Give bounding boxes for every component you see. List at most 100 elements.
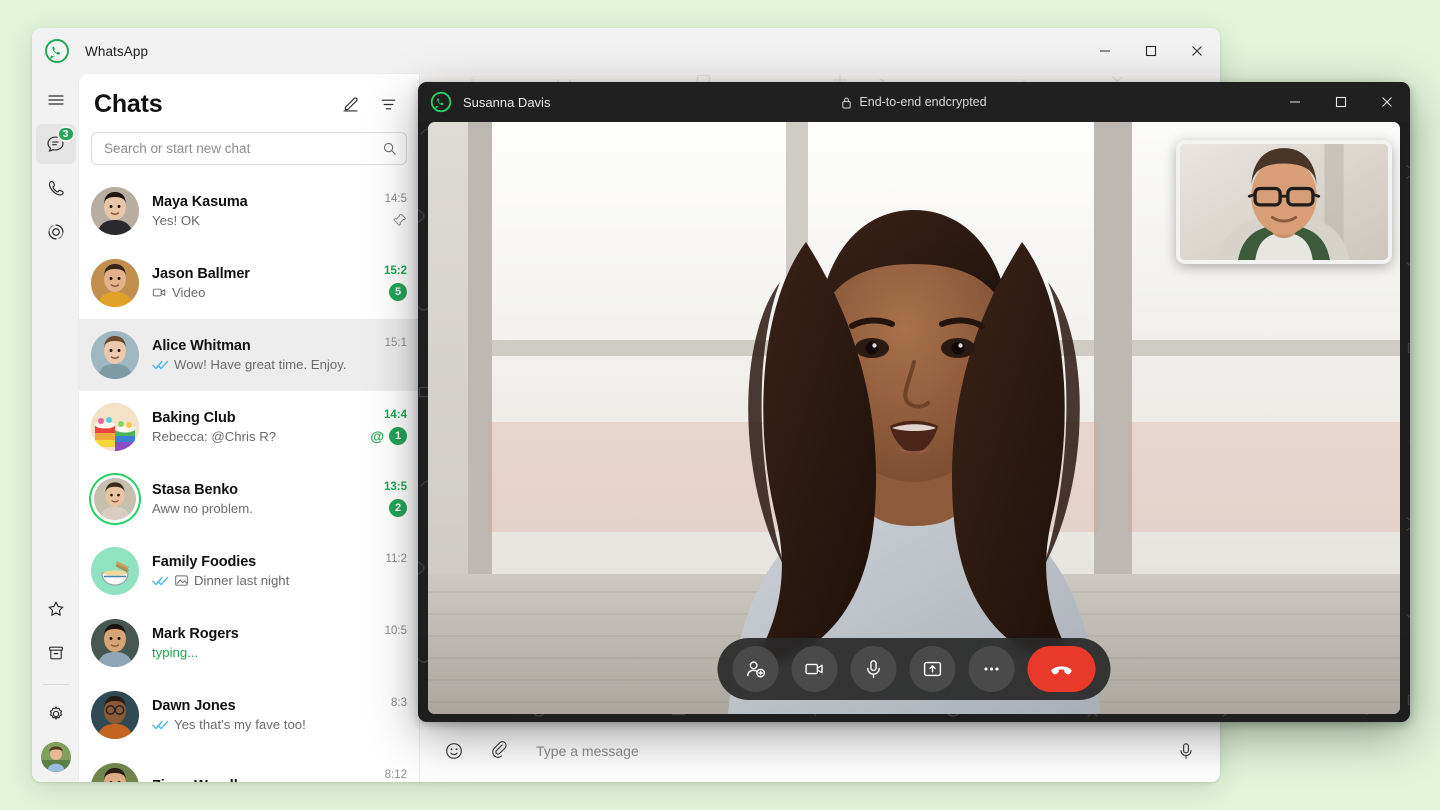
search-container bbox=[79, 126, 419, 175]
avatar[interactable] bbox=[91, 763, 139, 782]
pin-icon bbox=[393, 213, 407, 227]
chat-item-meta: 8:3 bbox=[365, 697, 407, 733]
screen-share-icon[interactable] bbox=[909, 646, 956, 692]
call-stage bbox=[418, 122, 1410, 722]
microphone-icon[interactable] bbox=[850, 646, 897, 692]
chat-list-panel: Chats Search or start new chat Maya Kasu… bbox=[79, 74, 420, 782]
chat-item-name: Alice Whitman bbox=[152, 338, 251, 354]
close-icon[interactable] bbox=[1174, 28, 1220, 74]
microphone-icon[interactable] bbox=[1170, 735, 1202, 767]
sidebar-item-starred[interactable] bbox=[36, 589, 76, 629]
chat-list-item[interactable]: Ziggy Woodley 8:12 bbox=[79, 751, 419, 782]
sidebar-item-calls[interactable] bbox=[36, 168, 76, 208]
chat-item-preview: Wow! Have great time. Enjoy. bbox=[152, 357, 365, 372]
avatar[interactable] bbox=[91, 259, 139, 307]
chat-item-meta: 10:5 bbox=[365, 625, 407, 661]
avatar[interactable] bbox=[91, 475, 139, 523]
desktop-background: WhatsApp 3 Chats Search or start new cha… bbox=[0, 0, 1440, 810]
chats-unread-badge: 3 bbox=[56, 126, 75, 142]
chat-list-item[interactable]: Maya Kasuma Yes! OK 14:5 bbox=[79, 175, 419, 247]
chat-list-item[interactable]: Mark Rogers typing... 10:5 bbox=[79, 607, 419, 679]
avatar[interactable] bbox=[91, 403, 139, 451]
main-window-controls bbox=[1082, 28, 1220, 74]
chat-item-text: Family Foodies Dinner last night bbox=[139, 554, 365, 588]
chat-list-item[interactable]: Baking Club Rebecca: @Chris R? 14:4 @ 1 bbox=[79, 391, 419, 463]
chat-list-item[interactable]: Dawn Jones Yes that's my fave too! 8:3 bbox=[79, 679, 419, 751]
video-call-window: Susanna Davis End-to-end endcrypted bbox=[418, 82, 1410, 722]
minimize-icon[interactable] bbox=[1272, 82, 1318, 122]
avatar[interactable] bbox=[91, 547, 139, 595]
chat-item-badges bbox=[393, 211, 407, 229]
image-icon bbox=[174, 573, 189, 588]
chat-item-text: Baking Club Rebecca: @Chris R? bbox=[139, 410, 362, 444]
ellipsis-icon[interactable] bbox=[968, 646, 1015, 692]
navigation-rail: 3 bbox=[32, 74, 79, 782]
read-receipt-ticks bbox=[152, 575, 169, 587]
encryption-label: End-to-end endcrypted bbox=[859, 95, 987, 109]
sidebar-item-chats[interactable]: 3 bbox=[35, 124, 76, 164]
sidebar-item-status[interactable] bbox=[36, 212, 76, 252]
chat-item-meta: 14:5 bbox=[365, 193, 407, 229]
chat-item-time: 11:2 bbox=[385, 553, 407, 565]
end-call-handset-icon[interactable] bbox=[1027, 646, 1096, 692]
chat-item-meta: 13:5 2 bbox=[365, 481, 407, 517]
chat-item-text: Stasa Benko Aww no problem. bbox=[139, 482, 365, 516]
sidebar-item-settings[interactable] bbox=[36, 694, 76, 734]
profile-avatar[interactable] bbox=[40, 742, 71, 772]
chat-item-meta: 8:12 bbox=[365, 769, 407, 782]
chat-item-badges: 5 bbox=[389, 283, 407, 301]
paperclip-icon[interactable] bbox=[484, 735, 516, 767]
chat-item-text: Dawn Jones Yes that's my fave too! bbox=[139, 698, 365, 732]
read-receipt-ticks bbox=[152, 359, 169, 371]
compose-new-chat-icon[interactable] bbox=[334, 88, 366, 120]
close-icon[interactable] bbox=[1364, 82, 1410, 122]
chat-list-item[interactable]: Alice Whitman Wow! Have great time. Enjo… bbox=[79, 319, 419, 391]
chat-item-time: 8:12 bbox=[384, 769, 407, 781]
filter-list-icon[interactable] bbox=[372, 88, 404, 120]
chat-item-badges: 2 bbox=[389, 499, 407, 517]
chat-item-time: 8:3 bbox=[391, 697, 407, 709]
chat-list-header: Chats bbox=[79, 74, 419, 126]
message-composer bbox=[420, 718, 1220, 782]
chat-item-badges: @ 1 bbox=[370, 427, 407, 445]
self-view-thumbnail[interactable] bbox=[1176, 140, 1392, 264]
video-camera-icon[interactable] bbox=[791, 646, 838, 692]
chat-item-meta: 15:2 5 bbox=[365, 265, 407, 301]
chat-item-preview: Dinner last night bbox=[152, 573, 365, 588]
chat-item-name: Maya Kasuma bbox=[152, 194, 248, 210]
chat-list-item[interactable]: Family Foodies Dinner last night 11:2 bbox=[79, 535, 419, 607]
unread-count-badge: 2 bbox=[389, 499, 407, 517]
chat-item-text: Mark Rogers typing... bbox=[139, 626, 365, 660]
call-window-controls bbox=[1272, 82, 1410, 122]
chat-list-item[interactable]: Jason Ballmer Video 15:2 5 bbox=[79, 247, 419, 319]
avatar[interactable] bbox=[91, 619, 139, 667]
chat-item-preview: Yes! OK bbox=[152, 213, 200, 228]
encryption-indicator: End-to-end endcrypted bbox=[418, 82, 1410, 122]
call-control-bar bbox=[717, 638, 1111, 700]
search-box[interactable] bbox=[91, 132, 407, 165]
maximize-icon[interactable] bbox=[1318, 82, 1364, 122]
rail-divider bbox=[42, 684, 69, 685]
call-window-titlebar: Susanna Davis End-to-end endcrypted bbox=[418, 82, 1410, 122]
avatar[interactable] bbox=[91, 187, 139, 235]
sidebar-item-archived[interactable] bbox=[36, 633, 76, 673]
chat-item-meta: 15:1 bbox=[365, 337, 407, 373]
add-person-icon[interactable] bbox=[732, 646, 779, 692]
main-window-title: WhatsApp bbox=[85, 43, 149, 59]
maximize-icon[interactable] bbox=[1128, 28, 1174, 74]
chat-list-item[interactable]: Stasa Benko Aww no problem. 13:5 2 bbox=[79, 463, 419, 535]
search-input[interactable] bbox=[104, 141, 382, 156]
chat-item-name: Mark Rogers bbox=[152, 626, 239, 642]
chat-list[interactable]: Maya Kasuma Yes! OK 14:5 Jason Ballmer V… bbox=[79, 175, 419, 782]
chat-item-time: 14:5 bbox=[384, 193, 407, 205]
chat-item-name: Jason Ballmer bbox=[152, 266, 250, 282]
avatar[interactable] bbox=[91, 691, 139, 739]
emoji-smiley-icon[interactable] bbox=[438, 735, 470, 767]
avatar[interactable] bbox=[91, 331, 139, 379]
video-camera-icon bbox=[152, 285, 167, 300]
whatsapp-logo-icon bbox=[430, 91, 452, 113]
minimize-icon[interactable] bbox=[1082, 28, 1128, 74]
message-input[interactable] bbox=[530, 742, 1156, 759]
chat-item-time: 13:5 bbox=[383, 481, 407, 493]
hamburger-menu-icon[interactable] bbox=[36, 80, 76, 120]
